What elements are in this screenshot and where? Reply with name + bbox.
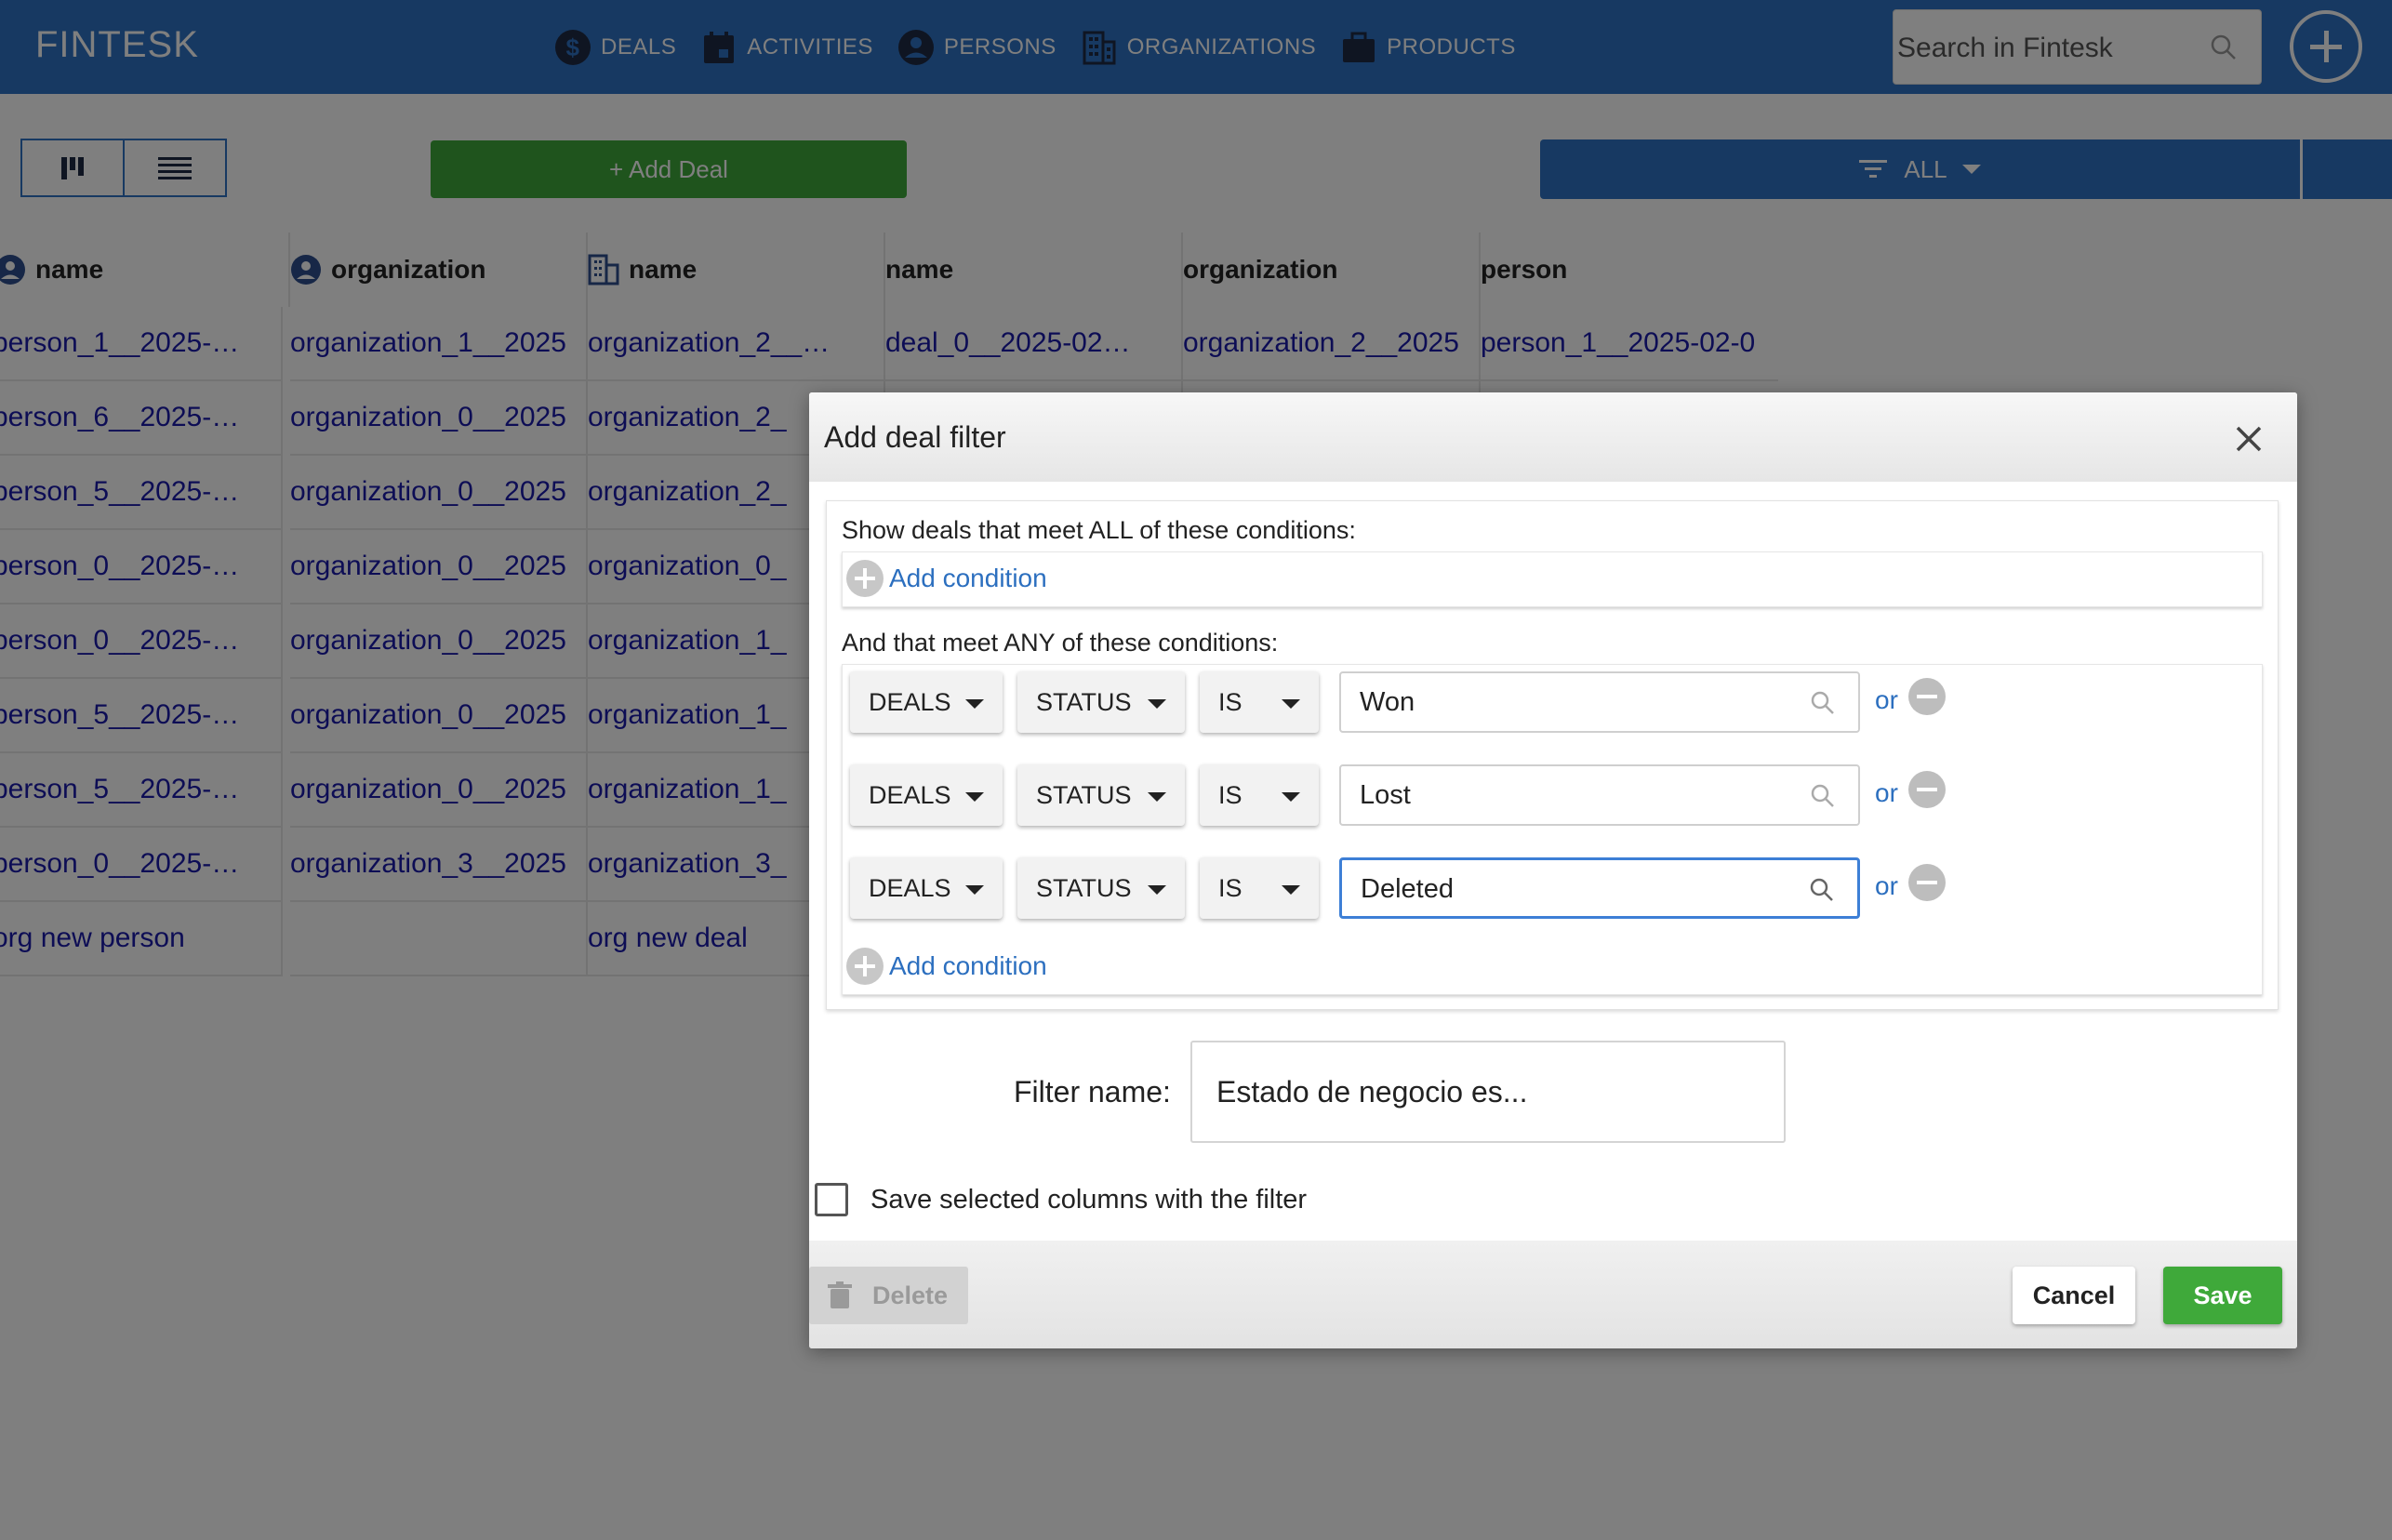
add-all-condition-link[interactable]: Add condition	[846, 560, 1047, 597]
condition-value-input[interactable]	[1360, 673, 1806, 731]
search-icon	[1811, 691, 1834, 714]
delete-label: Delete	[872, 1281, 949, 1309]
dropdown-arrow-icon	[1282, 885, 1300, 895]
condition-value-field	[1339, 764, 1860, 826]
add-any-condition-link[interactable]: Add condition	[846, 948, 1047, 985]
save-columns-label[interactable]: Save selected columns with the filter	[870, 1185, 1307, 1215]
trash-icon	[828, 1281, 852, 1308]
condition-field-select[interactable]: STATUS	[1017, 857, 1185, 919]
condition-field-value: STATUS	[1036, 687, 1132, 716]
or-label[interactable]: or	[1875, 871, 1898, 901]
or-label[interactable]: or	[1875, 778, 1898, 808]
condition-field-select[interactable]: STATUS	[1017, 764, 1185, 826]
condition-entity-select[interactable]: DEALS	[850, 671, 1003, 733]
dropdown-arrow-icon	[965, 792, 984, 802]
dropdown-arrow-icon	[1148, 792, 1166, 802]
remove-condition-icon[interactable]	[1908, 864, 1946, 901]
all-conditions-box: Add condition	[842, 551, 2263, 607]
cancel-button[interactable]: Cancel	[2013, 1267, 2135, 1324]
dialog-header: Add deal filter	[809, 392, 2297, 482]
all-conditions-label: Show deals that meet ALL of these condit…	[842, 516, 1356, 544]
condition-value-input[interactable]	[1360, 766, 1806, 824]
condition-entity-value: DEALS	[869, 873, 951, 902]
condition-field-value: STATUS	[1036, 780, 1132, 809]
filter-name-input[interactable]	[1216, 1042, 1774, 1141]
condition-operator-select[interactable]: IS	[1200, 857, 1319, 919]
condition-entity-select[interactable]: DEALS	[850, 764, 1003, 826]
filter-name-label: Filter name:	[1014, 1075, 1171, 1109]
dropdown-arrow-icon	[965, 885, 984, 895]
any-conditions-box: DEALS STATUS IS or DEALS STATUS IS or DE…	[842, 664, 2263, 995]
any-conditions-label: And that meet ANY of these conditions:	[842, 629, 1279, 657]
condition-entity-value: DEALS	[869, 687, 951, 716]
add-circle-icon	[846, 560, 884, 597]
condition-value-field	[1339, 671, 1860, 733]
delete-button[interactable]: Delete	[809, 1267, 968, 1324]
remove-condition-icon[interactable]	[1908, 771, 1946, 808]
dropdown-arrow-icon	[1148, 885, 1166, 895]
close-icon[interactable]	[2232, 422, 2266, 456]
condition-field-select[interactable]: STATUS	[1017, 671, 1185, 733]
condition-operator-select[interactable]: IS	[1200, 671, 1319, 733]
dropdown-arrow-icon	[1148, 699, 1166, 709]
add-deal-filter-dialog: Add deal filter Show deals that meet ALL…	[809, 392, 2297, 1348]
save-button[interactable]: Save	[2163, 1267, 2282, 1324]
dropdown-arrow-icon	[965, 699, 984, 709]
search-icon	[1810, 878, 1833, 901]
dropdown-arrow-icon	[1282, 699, 1300, 709]
dropdown-arrow-icon	[1282, 792, 1300, 802]
condition-operator-value: IS	[1218, 687, 1243, 716]
add-condition-label: Add condition	[889, 951, 1047, 980]
add-condition-label: Add condition	[889, 564, 1047, 592]
remove-condition-icon[interactable]	[1908, 678, 1946, 715]
filter-name-field	[1190, 1041, 1786, 1143]
dialog-title: Add deal filter	[824, 420, 1006, 454]
search-icon	[1811, 784, 1834, 807]
condition-field-value: STATUS	[1036, 873, 1132, 902]
condition-entity-value: DEALS	[869, 780, 951, 809]
condition-operator-value: IS	[1218, 780, 1243, 809]
condition-operator-select[interactable]: IS	[1200, 764, 1319, 826]
or-label[interactable]: or	[1875, 685, 1898, 715]
add-circle-icon	[846, 948, 884, 985]
condition-value-input[interactable]	[1361, 860, 1807, 918]
condition-value-field	[1339, 857, 1860, 919]
conditions-panel: Show deals that meet ALL of these condit…	[826, 500, 2279, 1010]
save-columns-checkbox[interactable]	[815, 1183, 848, 1216]
condition-operator-value: IS	[1218, 873, 1243, 902]
condition-entity-select[interactable]: DEALS	[850, 857, 1003, 919]
